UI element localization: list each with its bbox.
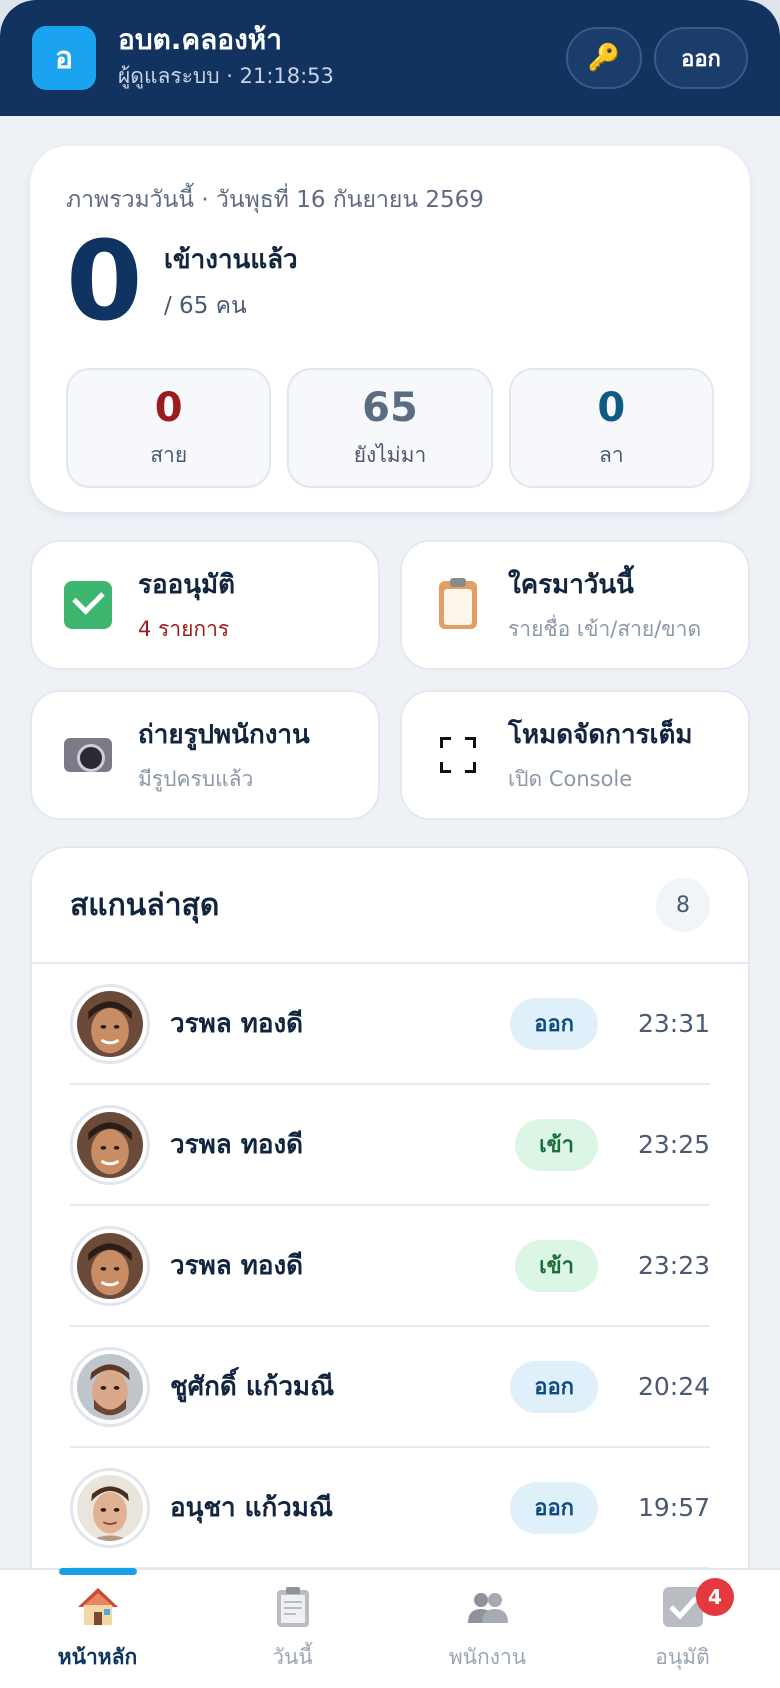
scan-time: 23:25 [637, 1130, 710, 1159]
change-password-button[interactable]: 🔑 [566, 27, 642, 89]
scan-row[interactable]: วรพล ทองดี เข้า 23:23 [70, 1206, 710, 1327]
nav-home[interactable]: หน้าหลัก [0, 1568, 195, 1688]
tile-text: โหมดจัดการเต็ม เปิด Console [508, 714, 692, 796]
recent-scans-title: สแกนล่าสุด [70, 887, 220, 923]
checked-in-summary: 0 เข้างานแล้ว / 65 คน [66, 226, 714, 336]
avatar [70, 1346, 150, 1427]
full-console-tile[interactable]: โหมดจัดการเต็ม เปิด Console [400, 690, 750, 820]
stat-not-arrived-label: ยังไม่มา [353, 442, 427, 467]
scan-time: 23:31 [637, 1009, 710, 1038]
nav-approve[interactable]: 4 อนุมัติ [585, 1570, 780, 1688]
pending-approval-tile[interactable]: รออนุมัติ 4 รายการ [30, 540, 380, 670]
tile-text: รออนุมัติ 4 รายการ [138, 564, 235, 646]
app-logo: อ [32, 26, 96, 90]
tile-title: ถ่ายรูปพนักงาน [138, 720, 310, 750]
checked-in-count: 0 [66, 217, 143, 345]
people-icon [466, 1585, 510, 1629]
avatar [70, 1467, 150, 1548]
stat-late: 0 สาย [66, 368, 272, 488]
tile-subtitle: 4 รายการ [138, 617, 230, 641]
app-title: อบต.คลองห้า [118, 22, 282, 56]
scan-row[interactable]: อนุชา แก้วมณี ออก 19:57 [70, 1448, 710, 1569]
scan-status-badge: ออก [510, 1481, 598, 1534]
scan-status-badge: เข้า [515, 1118, 598, 1171]
nav-label: พนักงาน [448, 1644, 527, 1669]
tile-title: โหมดจัดการเต็ม [508, 720, 693, 750]
header-title-group: อบต.คลองห้า ผู้ดูแลระบบ · 21:18:53 [118, 23, 566, 94]
scan-employee-name: วรพล ทองดี [170, 1009, 304, 1039]
clipboard-icon [271, 1585, 315, 1629]
scan-status-badge: ออก [510, 1360, 598, 1413]
scan-time: 23:23 [637, 1251, 710, 1280]
avatar [70, 983, 150, 1064]
home-icon [76, 1585, 120, 1629]
nav-employees[interactable]: พนักงาน [390, 1570, 585, 1688]
tile-text: ถ่ายรูปพนักงาน มีรูปครบแล้ว [138, 714, 310, 796]
bottom-nav: หน้าหลัก วันนี้ พนักงาน 4 อนุมัติ [0, 1568, 780, 1688]
summary-date: ภาพรวมวันนี้ · วันพุธที่ 16 กันยายน 2569 [66, 187, 484, 213]
nav-today[interactable]: วันนี้ [195, 1570, 390, 1688]
scan-list: วรพล ทองดี ออก 23:31 วรพล ทองดี เข้า 23:… [32, 964, 748, 1569]
today-summary-card: ภาพรวมวันนี้ · วันพุธที่ 16 กันยายน 2569… [30, 146, 750, 512]
stat-leave-label: ลา [598, 442, 624, 467]
scan-employee-name: อนุชา แก้วมณี [170, 1493, 334, 1523]
recent-scans-header: สแกนล่าสุด 8 [32, 848, 748, 964]
stat-leave: 0 ลา [508, 368, 714, 488]
scan-time: 19:57 [637, 1493, 710, 1522]
app-subtitle: ผู้ดูแลระบบ · 21:18:53 [118, 64, 334, 89]
tile-subtitle: มีรูปครบแล้ว [138, 767, 254, 791]
who-came-today-tile[interactable]: ใครมาวันนี้ รายชื่อ เข้า/สาย/ขาด [400, 540, 750, 670]
stat-leave-value: 0 [597, 384, 626, 431]
scan-row[interactable]: วรพล ทองดี เข้า 23:25 [70, 1085, 710, 1206]
camera-icon [62, 729, 114, 781]
stat-late-value: 0 [154, 384, 183, 431]
nav-label: วันนี้ [272, 1644, 313, 1669]
logout-button[interactable]: ออก [654, 27, 748, 89]
app-header: อ อบต.คลองห้า ผู้ดูแลระบบ · 21:18:53 🔑 อ… [0, 0, 780, 116]
stat-not-arrived: 65 ยังไม่มา [287, 368, 493, 488]
recent-scans-card: สแกนล่าสุด 8 วรพล ทองดี ออก 23:31 วรพล ท… [30, 846, 750, 1688]
checked-in-text: เข้างานแล้ว / 65 คน [164, 239, 298, 324]
avatar [70, 1104, 150, 1185]
app-screen: อ อบต.คลองห้า ผู้ดูแลระบบ · 21:18:53 🔑 อ… [0, 0, 780, 1688]
stat-not-arrived-value: 65 [362, 384, 418, 431]
approval-count-badge: 4 [696, 1578, 734, 1616]
key-icon: 🔑 [587, 43, 621, 73]
scan-row[interactable]: ชูศักดิ์ แก้วมณี ออก 20:24 [70, 1327, 710, 1448]
scan-status-badge: ออก [510, 997, 598, 1050]
total-employees: / 65 คน [164, 292, 247, 319]
tile-subtitle: รายชื่อ เข้า/สาย/ขาด [508, 617, 702, 641]
tile-text: ใครมาวันนี้ รายชื่อ เข้า/สาย/ขาด [508, 564, 701, 646]
stat-late-label: สาย [150, 442, 188, 467]
scan-employee-name: ชูศักดิ์ แก้วมณี [170, 1372, 335, 1402]
fullscreen-icon [432, 729, 484, 781]
tile-subtitle: เปิด Console [508, 767, 633, 791]
clipboard-icon [432, 578, 484, 631]
avatar [70, 1225, 150, 1306]
tile-title: ใครมาวันนี้ [508, 570, 634, 600]
scan-employee-name: วรพล ทองดี [170, 1251, 304, 1281]
tile-title: รออนุมัติ [138, 570, 235, 600]
active-tab-indicator [59, 1568, 137, 1575]
nav-label: หน้าหลัก [57, 1644, 138, 1669]
scan-employee-name: วรพล ทองดี [170, 1130, 304, 1160]
nav-label: อนุมัติ [655, 1644, 710, 1669]
scan-count-badge: 8 [656, 878, 710, 932]
scan-time: 20:24 [637, 1372, 710, 1401]
check-box-icon [62, 579, 114, 631]
scan-row[interactable]: วรพล ทองดี ออก 23:31 [70, 964, 710, 1085]
checked-in-label: เข้างานแล้ว [164, 244, 298, 275]
stat-row: 0 สาย 65 ยังไม่มา 0 ลา [66, 368, 714, 488]
scan-status-badge: เข้า [515, 1239, 598, 1292]
employee-photo-tile[interactable]: ถ่ายรูปพนักงาน มีรูปครบแล้ว [30, 690, 380, 820]
